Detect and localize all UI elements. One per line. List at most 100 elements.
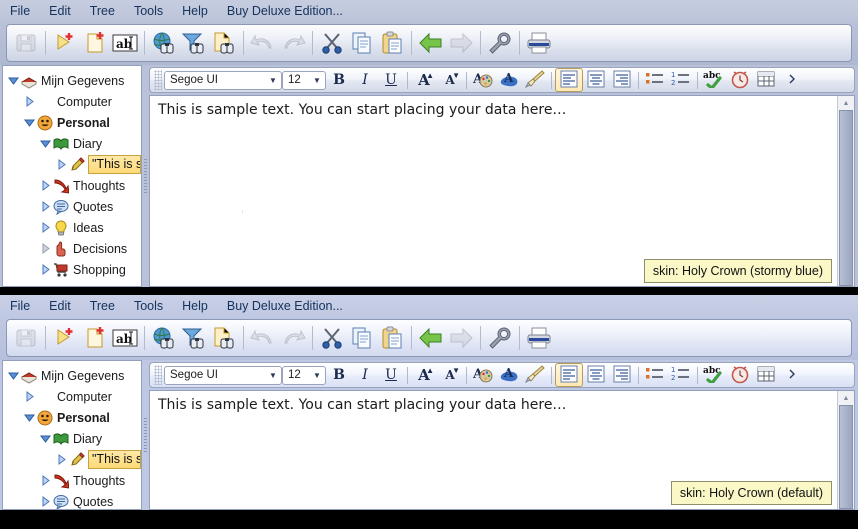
menu-item-edit[interactable]: Edit [49, 299, 71, 313]
tree-item[interactable]: Diary [3, 428, 141, 449]
new-document-button[interactable] [80, 322, 110, 354]
rename-button[interactable]: ab [110, 27, 140, 59]
bullet-list-button[interactable] [642, 364, 668, 386]
grow-font-button[interactable]: A ▲ [411, 364, 437, 386]
scroll-up-arrow[interactable]: ▲ [838, 96, 854, 110]
filter-search-button[interactable] [179, 27, 209, 59]
chevron-down-icon[interactable]: ▼ [266, 371, 280, 380]
splitter-bottom[interactable] [142, 360, 149, 510]
bullet-list-button[interactable] [642, 69, 668, 91]
search-document-button[interactable] [209, 322, 239, 354]
chevron-down-icon[interactable]: ▼ [310, 76, 324, 85]
expander-collapse-icon[interactable] [23, 116, 36, 129]
search-web-button[interactable] [149, 322, 179, 354]
copy-button[interactable] [347, 322, 377, 354]
expander-collapse-icon[interactable] [7, 369, 20, 382]
back-button[interactable] [416, 322, 446, 354]
scroll-up-arrow[interactable]: ▲ [838, 391, 854, 405]
paste-button[interactable] [377, 27, 407, 59]
highlight-button[interactable]: A [496, 364, 522, 386]
expander-expand-icon[interactable] [55, 453, 68, 466]
menu-item-tools[interactable]: Tools [134, 4, 163, 18]
search-document-button[interactable] [209, 27, 239, 59]
editor-scrollbar-bottom[interactable]: ▲ [837, 391, 854, 509]
toolbar-grip[interactable] [154, 365, 162, 385]
numbered-list-button[interactable]: 12 [668, 69, 694, 91]
expander-collapse-icon[interactable] [23, 411, 36, 424]
align-center-button[interactable] [583, 69, 609, 91]
font-color-button[interactable]: A [470, 364, 496, 386]
insert-time-button[interactable] [727, 69, 753, 91]
highlight-button[interactable]: A [496, 69, 522, 91]
filter-search-button[interactable] [179, 322, 209, 354]
font-name-select[interactable]: Segoe UI ▼ [164, 70, 282, 90]
italic-button[interactable]: I [352, 364, 378, 386]
new-document-button[interactable] [80, 27, 110, 59]
grow-font-button[interactable]: A ▲ [411, 69, 437, 91]
menu-item-file[interactable]: File [10, 299, 30, 313]
tree-item[interactable]: Personal [3, 407, 141, 428]
tree-item[interactable]: Personal [3, 112, 141, 133]
expander-expand-icon[interactable] [23, 95, 36, 108]
align-right-button[interactable] [609, 69, 635, 91]
tree-item-selected[interactable]: "This is sar [3, 449, 141, 470]
new-node-button[interactable] [50, 322, 80, 354]
font-name-select[interactable]: Segoe UI ▼ [164, 365, 282, 385]
align-center-button[interactable] [583, 364, 609, 386]
tree-item[interactable]: Thoughts [3, 470, 141, 491]
paste-button[interactable] [377, 322, 407, 354]
underline-button[interactable]: U [378, 364, 404, 386]
tree-item[interactable]: Mijn Gegevens [3, 70, 141, 91]
expander-expand-icon[interactable] [39, 200, 52, 213]
menu-item-help[interactable]: Help [182, 4, 208, 18]
tree-item[interactable]: Shopping [3, 259, 141, 280]
tree-item[interactable]: Quotes [3, 491, 141, 509]
font-size-select[interactable]: 12 ▼ [282, 70, 326, 90]
expander-expand-icon[interactable] [55, 158, 68, 171]
tree-item-selected[interactable]: "This is sar [3, 154, 141, 175]
tree-item[interactable]: Diary [3, 133, 141, 154]
clear-formatting-button[interactable] [522, 364, 548, 386]
menu-item-tools[interactable]: Tools [134, 299, 163, 313]
clear-formatting-button[interactable] [522, 69, 548, 91]
cut-button[interactable] [317, 322, 347, 354]
menu-item-buy-deluxe[interactable]: Buy Deluxe Edition... [227, 299, 343, 313]
align-left-button[interactable] [555, 363, 583, 387]
scroll-thumb[interactable] [839, 110, 853, 286]
menu-item-edit[interactable]: Edit [49, 4, 71, 18]
expander-collapse-icon[interactable] [7, 74, 20, 87]
menu-item-help[interactable]: Help [182, 299, 208, 313]
back-button[interactable] [416, 27, 446, 59]
new-node-button[interactable] [50, 27, 80, 59]
expander-collapse-icon[interactable] [39, 432, 52, 445]
menu-item-file[interactable]: File [10, 4, 30, 18]
cut-button[interactable] [317, 27, 347, 59]
expander-expand-icon[interactable] [39, 179, 52, 192]
editor-text-top[interactable]: This is sample text. You can start placi… [150, 96, 837, 286]
expander-expand-icon[interactable] [23, 390, 36, 403]
bold-button[interactable]: B [326, 364, 352, 386]
expander-expand-icon[interactable] [39, 242, 52, 255]
menu-item-tree[interactable]: Tree [90, 299, 115, 313]
editor-scrollbar-top[interactable]: ▲ [837, 96, 854, 286]
align-left-button[interactable] [555, 68, 583, 92]
font-size-select[interactable]: 12 ▼ [282, 365, 326, 385]
menu-item-tree[interactable]: Tree [90, 4, 115, 18]
tree-item[interactable]: Ideas [3, 217, 141, 238]
options-button[interactable] [485, 27, 515, 59]
tree-panel-top[interactable]: Mijn Gegevens Computer Personal Diary "This … [2, 65, 142, 287]
menu-item-buy-deluxe[interactable]: Buy Deluxe Edition... [227, 4, 343, 18]
scroll-thumb[interactable] [839, 405, 853, 509]
shrink-font-button[interactable]: A ▼ [437, 69, 463, 91]
search-web-button[interactable] [149, 27, 179, 59]
spellcheck-button[interactable]: abc [701, 364, 727, 386]
print-button[interactable] [524, 322, 554, 354]
expander-expand-icon[interactable] [39, 221, 52, 234]
expander-collapse-icon[interactable] [39, 137, 52, 150]
insert-time-button[interactable] [727, 364, 753, 386]
tree-item[interactable]: Mijn Gegevens [3, 365, 141, 386]
chevron-down-icon[interactable]: ▼ [310, 371, 324, 380]
options-button[interactable] [485, 322, 515, 354]
align-right-button[interactable] [609, 364, 635, 386]
tree-item[interactable]: Computer [3, 386, 141, 407]
